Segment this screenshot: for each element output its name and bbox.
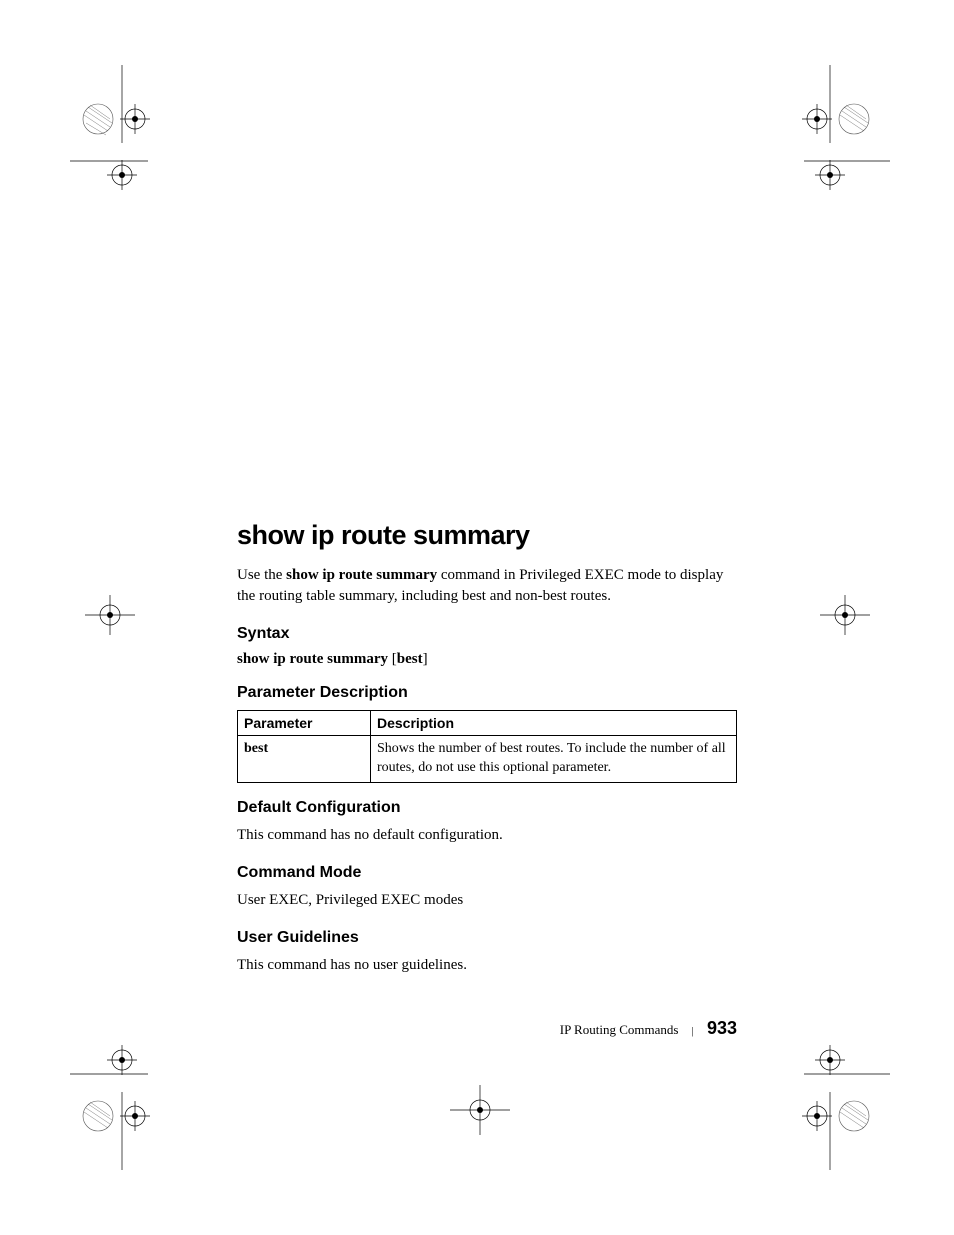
command-mode-text: User EXEC, Privileged EXEC modes (237, 890, 737, 911)
page-footer: IP Routing Commands | 933 (237, 1018, 737, 1039)
syntax-heading: Syntax (237, 625, 737, 643)
default-configuration-text: This command has no default configuratio… (237, 825, 737, 846)
syntax-option-best: best (397, 651, 423, 667)
crop-mark-mid-right (810, 595, 880, 635)
syntax-bracket-open: [ (388, 651, 397, 667)
footer-separator: | (692, 1026, 694, 1037)
footer-section-name: IP Routing Commands (560, 1022, 679, 1037)
crop-mark-bottom-right (780, 1030, 890, 1170)
user-guidelines-heading: User Guidelines (237, 929, 737, 947)
user-guidelines-text: This command has no user guidelines. (237, 955, 737, 976)
syntax-bracket-close: ] (423, 651, 428, 667)
table-header-parameter: Parameter (238, 711, 371, 736)
crop-mark-mid-left (75, 595, 145, 635)
command-mode-heading: Command Mode (237, 864, 737, 882)
intro-text-pre: Use the (237, 567, 286, 583)
crop-mark-top-left (70, 65, 170, 205)
syntax-line: show ip route summary [best] (237, 651, 737, 668)
table-cell-param-name: best (238, 736, 371, 783)
default-configuration-heading: Default Configuration (237, 799, 737, 817)
parameter-table: Parameter Description best Shows the num… (237, 710, 737, 783)
parameter-description-heading: Parameter Description (237, 684, 737, 702)
page-title: show ip route summary (237, 520, 737, 551)
syntax-command: show ip route summary (237, 651, 388, 667)
table-header-row: Parameter Description (238, 711, 737, 736)
intro-command-name: show ip route summary (286, 567, 437, 583)
table-cell-param-desc: Shows the number of best routes. To incl… (371, 736, 737, 783)
crop-mark-bottom-center (445, 1085, 515, 1135)
table-header-description: Description (371, 711, 737, 736)
crop-mark-top-right (780, 65, 890, 205)
crop-mark-bottom-left (70, 1030, 170, 1170)
table-row: best Shows the number of best routes. To… (238, 736, 737, 783)
page-content: show ip route summary Use the show ip ro… (237, 520, 737, 994)
intro-paragraph: Use the show ip route summary command in… (237, 565, 737, 607)
footer-page-number: 933 (707, 1018, 737, 1038)
